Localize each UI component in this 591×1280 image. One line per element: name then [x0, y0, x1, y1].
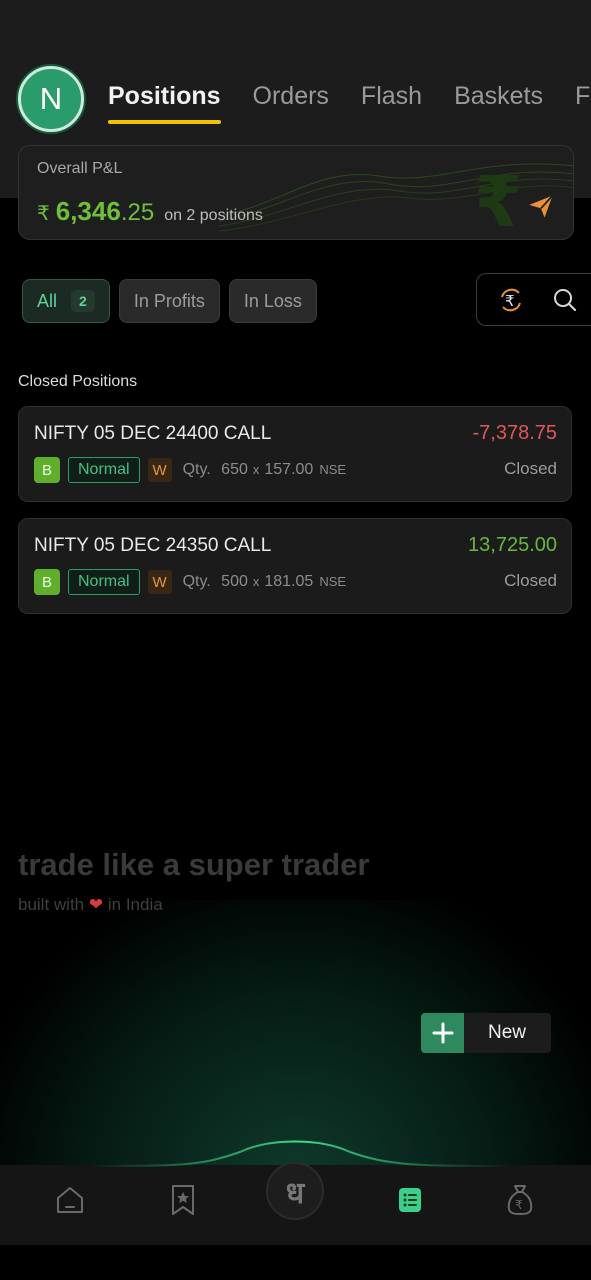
tab-baskets[interactable]: Baskets	[454, 78, 543, 118]
qty-label: Qty.	[182, 461, 211, 478]
pnl-wave-graphic: ₹	[219, 161, 573, 240]
app-logo-button[interactable]: ध	[266, 1162, 324, 1220]
position-pnl: 13,725.00	[468, 534, 557, 556]
w-badge: W	[147, 570, 172, 594]
search-icon[interactable]	[545, 280, 585, 320]
pnl-value-decimal: .25	[120, 199, 155, 226]
filter-all-count: 2	[71, 290, 95, 312]
buy-badge: B	[34, 569, 60, 595]
pnl-subtitle: on 2 positions	[164, 207, 263, 224]
system-nav-bar	[0, 1245, 591, 1280]
position-meta: B Normal W Qty. 650 x 157.00 NSE	[34, 457, 346, 483]
svg-text:₹: ₹	[474, 161, 523, 240]
pnl-label: Overall P&L	[37, 160, 123, 177]
tab-flash[interactable]: Flash	[361, 78, 422, 118]
watchlist-bookmark-icon[interactable]	[165, 1182, 201, 1218]
quantity-info: Qty. 650 x 157.00 NSE	[183, 461, 346, 479]
tab-orders[interactable]: Orders	[253, 78, 329, 118]
buy-badge: B	[34, 457, 60, 483]
tagline: trade like a super trader	[18, 847, 370, 882]
pnl-value: ₹ 6,346 .25 on 2 positions	[37, 196, 263, 227]
svg-text:₹: ₹	[505, 292, 515, 310]
times-sign: x	[252, 574, 260, 589]
qty-value: 650	[221, 461, 248, 478]
position-status: Closed	[504, 459, 557, 478]
filter-all-label: All	[37, 290, 58, 311]
avatar-initial: N	[39, 81, 63, 116]
plus-icon	[421, 1013, 464, 1053]
new-order-button[interactable]: New	[421, 1013, 551, 1053]
built-suffix: in India	[107, 895, 163, 914]
top-tabs: Positions Orders Flash Baskets F	[108, 78, 590, 124]
filter-chips: All 2 In Profits In Loss	[22, 279, 317, 323]
qty-label: Qty.	[182, 573, 211, 590]
quantity-info: Qty. 500 x 181.05 NSE	[183, 573, 346, 591]
filter-in-profits[interactable]: In Profits	[118, 279, 220, 323]
overall-pnl-card[interactable]: ₹ Overall P&L ₹ 6,346 .25 on 2 positions	[18, 145, 574, 240]
section-title: Closed Positions	[18, 373, 138, 390]
w-badge: W	[147, 458, 172, 482]
new-button-label: New	[488, 1022, 527, 1043]
times-sign: x	[252, 462, 260, 477]
tools-panel: ₹	[476, 273, 591, 326]
avg-price: 181.05	[264, 573, 314, 590]
exchange: NSE	[319, 462, 347, 477]
position-status: Closed	[504, 571, 557, 590]
product-badge: Normal	[68, 457, 140, 483]
position-name: NIFTY 05 DEC 24350 CALL	[34, 535, 272, 556]
filter-in-loss[interactable]: In Loss	[228, 279, 317, 323]
position-pnl: -7,378.75	[472, 422, 557, 444]
pnl-value-integer: 6,346	[55, 196, 121, 226]
exchange: NSE	[319, 574, 347, 589]
funds-moneybag-icon[interactable]: ₹	[502, 1182, 538, 1218]
positions-list-icon[interactable]	[392, 1182, 428, 1218]
tab-positions[interactable]: Positions	[108, 78, 221, 124]
qty-value: 500	[221, 573, 248, 590]
svg-text:₹: ₹	[515, 1198, 523, 1212]
position-name: NIFTY 05 DEC 24400 CALL	[34, 423, 272, 444]
built-with-text: built with ❤ in India	[18, 895, 163, 915]
tab-more[interactable]: F	[575, 78, 590, 118]
heart-icon: ❤	[88, 895, 104, 914]
avg-price: 157.00	[264, 461, 314, 478]
position-card[interactable]: NIFTY 05 DEC 24400 CALL -7,378.75 B Norm…	[18, 406, 572, 502]
filter-all[interactable]: All 2	[22, 279, 110, 323]
rupee-symbol: ₹	[37, 203, 50, 225]
convert-rupee-icon[interactable]: ₹	[491, 280, 531, 320]
avatar[interactable]: N	[18, 66, 84, 132]
product-badge: Normal	[68, 569, 140, 595]
home-icon[interactable]	[52, 1182, 88, 1218]
position-meta: B Normal W Qty. 500 x 181.05 NSE	[34, 569, 346, 595]
share-send-icon[interactable]	[527, 192, 555, 220]
position-card[interactable]: NIFTY 05 DEC 24350 CALL 13,725.00 B Norm…	[18, 518, 572, 614]
built-prefix: built with	[18, 895, 85, 914]
